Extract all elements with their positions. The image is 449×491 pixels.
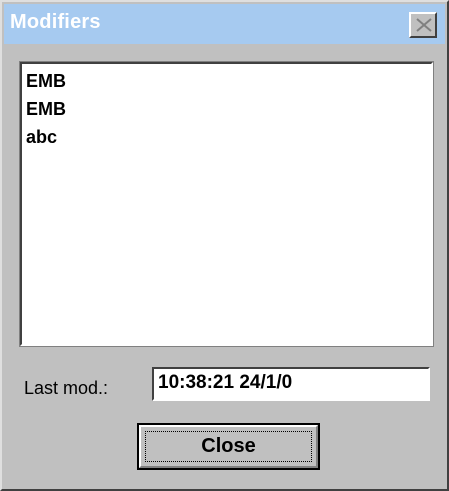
list-item[interactable]: EMB: [26, 98, 66, 120]
last-mod-label: Last mod.:: [24, 378, 109, 398]
close-button-label: Close: [201, 435, 256, 457]
title-close-button[interactable]: [409, 12, 437, 38]
modifiers-listbox[interactable]: EMB EMB abc: [19, 61, 434, 347]
window-title: Modifiers: [10, 11, 101, 33]
title-bar[interactable]: Modifiers: [4, 4, 445, 44]
close-button[interactable]: Close: [137, 423, 320, 470]
list-item[interactable]: EMB: [26, 70, 66, 92]
list-item[interactable]: abc: [26, 126, 57, 148]
last-mod-field[interactable]: 10:38:21 24/1/0: [152, 367, 430, 401]
close-icon: [416, 18, 432, 32]
modifiers-dialog: Modifiers EMB EMB abc Last mod.: 10:38:2…: [0, 0, 449, 491]
